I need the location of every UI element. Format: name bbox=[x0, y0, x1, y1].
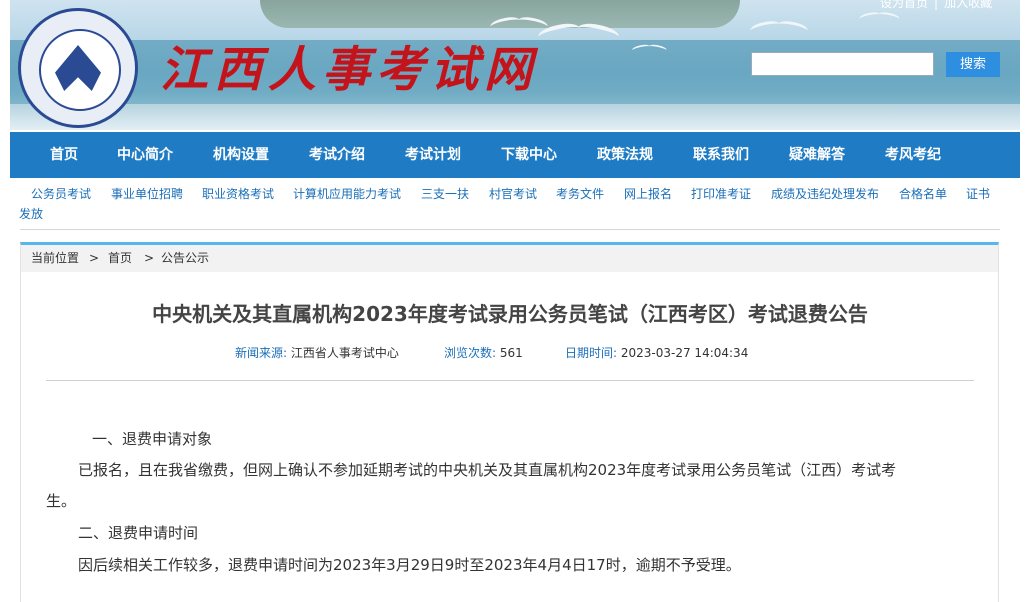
date-label: 日期时间: bbox=[565, 346, 618, 360]
subnav-item[interactable]: 网上报名 bbox=[624, 184, 672, 204]
nav-item-exam-plan[interactable]: 考试计划 bbox=[405, 132, 461, 178]
date-value: 2023-03-27 14:04:34 bbox=[620, 346, 749, 360]
site-title: 江西人事考试网 bbox=[160, 42, 539, 98]
breadcrumb-sep: > bbox=[144, 251, 155, 265]
breadcrumb-home[interactable]: 首页 bbox=[108, 245, 132, 272]
bird-graphic bbox=[632, 43, 668, 51]
content-panel: 当前位置 > 首页 > 公告公示 bbox=[20, 242, 999, 602]
banner-shore bbox=[10, 104, 1020, 130]
article-paragraph: 已报名，且在我省缴费，但网上确认不参加延期考试的中央机关及其直属机构2023年度… bbox=[78, 461, 897, 479]
divider: | bbox=[934, 0, 939, 10]
subnav-item[interactable]: 计算机应用能力考试 bbox=[293, 184, 401, 204]
subnav-item[interactable]: 事业单位招聘 bbox=[111, 184, 183, 204]
divider bbox=[46, 380, 974, 381]
article-paragraph: 生。 bbox=[46, 492, 77, 510]
breadcrumb-current[interactable]: 公告公示 bbox=[161, 245, 209, 272]
main-nav: 首页 中心简介 机构设置 考试介绍 考试计划 下载中心 政策法规 联系我们 疑难… bbox=[10, 132, 1020, 178]
breadcrumb: 当前位置 > 首页 > 公告公示 bbox=[21, 245, 998, 272]
breadcrumb-sep: > bbox=[89, 251, 100, 265]
set-homepage-link[interactable]: 设为首页 bbox=[880, 0, 928, 10]
subnav-item[interactable]: 村官考试 bbox=[489, 184, 537, 204]
source-label: 新闻来源: bbox=[235, 346, 288, 360]
nav-item-faq[interactable]: 疑难解答 bbox=[789, 132, 845, 178]
subnav-item[interactable]: 证书 bbox=[966, 184, 990, 204]
add-favorite-link[interactable]: 加入收藏 bbox=[944, 0, 992, 10]
bird-graphic bbox=[859, 10, 901, 20]
article-title: 中央机关及其直属机构2023年度考试录用公务员笔试（江西考区）考试退费公告 bbox=[152, 302, 868, 326]
nav-item-about[interactable]: 中心简介 bbox=[117, 132, 173, 178]
nav-item-organization[interactable]: 机构设置 bbox=[213, 132, 269, 178]
views-value: 561 bbox=[499, 346, 523, 360]
views-label: 浏览次数: bbox=[444, 346, 497, 360]
nav-item-contact[interactable]: 联系我们 bbox=[693, 132, 749, 178]
divider bbox=[20, 229, 1000, 230]
bird-graphic bbox=[750, 18, 810, 32]
site-logo[interactable] bbox=[18, 8, 138, 128]
nav-item-policies[interactable]: 政策法规 bbox=[597, 132, 653, 178]
article-views: 浏览次数: 561 bbox=[444, 344, 523, 361]
article-heading: 二、退费申请时间 bbox=[78, 524, 199, 542]
subnav-item[interactable]: 考务文件 bbox=[556, 184, 604, 204]
nav-item-downloads[interactable]: 下载中心 bbox=[501, 132, 557, 178]
nav-item-home[interactable]: 首页 bbox=[50, 132, 78, 178]
subnav-item[interactable]: 打印准考证 bbox=[691, 184, 751, 204]
subnav-item[interactable]: 三支一扶 bbox=[421, 184, 469, 204]
article-heading: 一、退费申请对象 bbox=[92, 430, 213, 448]
article-date: 日期时间: 2023-03-27 14:04:34 bbox=[565, 344, 748, 361]
subnav-item[interactable]: 职业资格考试 bbox=[202, 184, 274, 204]
top-links: 设为首页 | 加入收藏 bbox=[880, 0, 992, 11]
subnav-item[interactable]: 公务员考试 bbox=[31, 184, 91, 204]
search-button[interactable]: 搜索 bbox=[946, 52, 1000, 77]
breadcrumb-label: 当前位置 bbox=[31, 251, 80, 265]
nav-item-exam-intro[interactable]: 考试介绍 bbox=[309, 132, 365, 178]
bird-graphic bbox=[538, 19, 622, 39]
source-value: 江西省人事考试中心 bbox=[290, 346, 399, 360]
article-paragraph: 因后续相关工作较多，退费申请时间为2023年3月29日9时至2023年4月4日1… bbox=[78, 556, 741, 574]
subnav-item[interactable]: 发放 bbox=[19, 204, 43, 224]
search-input[interactable] bbox=[751, 52, 934, 76]
subnav-item[interactable]: 成绩及违纪处理发布 bbox=[771, 184, 879, 204]
subnav-item[interactable]: 合格名单 bbox=[899, 184, 947, 204]
article-source: 新闻来源: 江西省人事考试中心 bbox=[235, 344, 399, 361]
nav-item-discipline[interactable]: 考风考纪 bbox=[885, 132, 941, 178]
